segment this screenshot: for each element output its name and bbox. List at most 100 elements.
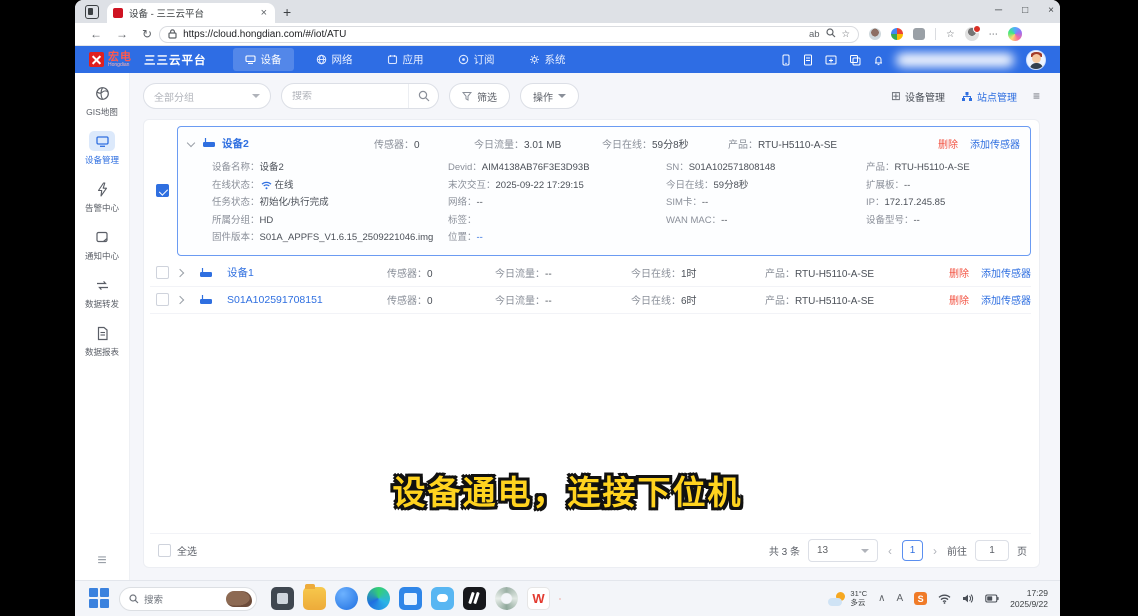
volume-icon[interactable] [962,593,974,604]
router-icon [202,137,216,149]
sidebar-item-data-report[interactable]: 数据报表 [75,323,129,358]
row-checkbox[interactable] [156,266,169,279]
new-tab-button[interactable]: + [283,4,291,20]
capcut-icon[interactable] [463,587,486,610]
read-aloud-icon[interactable]: ab [809,29,820,40]
goto-page-input[interactable] [975,540,1009,561]
row-checkbox[interactable] [156,184,169,197]
sidebar-item-gis-map[interactable]: GIS地图 [75,83,129,118]
wps-icon[interactable]: W [527,587,550,610]
shield-extension-icon[interactable] [913,28,925,40]
search-input[interactable] [282,91,408,102]
input-method-icon[interactable]: A [897,593,904,604]
browser-tab[interactable]: 设备 - 三三云平台 × [107,3,275,23]
device-mgmt-toggle[interactable]: ⊞ 设备管理 [891,89,945,104]
start-button[interactable] [89,588,111,610]
search-icon[interactable] [408,84,438,108]
weather-widget[interactable]: 31°C 多云 [828,590,867,607]
tray-s-app-icon[interactable]: S [914,592,927,605]
favorites-icon[interactable]: ☆ [946,29,955,40]
photos-app-icon[interactable] [399,587,422,610]
image-add-icon[interactable] [825,54,837,66]
user-avatar[interactable] [1026,50,1046,70]
expand-chevron-icon[interactable] [176,268,184,276]
lightning-icon [89,179,115,199]
bell-icon[interactable] [873,54,884,66]
search-box [281,83,439,109]
device-name-link[interactable]: S01A102591708151 [227,294,379,306]
wifi-tray-icon[interactable] [938,594,951,604]
device-name-link[interactable]: 设备1 [227,265,379,280]
copilot-icon[interactable] [1008,27,1022,41]
nav-item-devices[interactable]: 设备 [233,48,294,71]
browser-profile-avatar[interactable] [965,27,979,41]
minimize-button[interactable]: ─ [995,6,1002,16]
column-settings-icon[interactable]: ≡ [1033,89,1040,103]
filter-button[interactable]: 筛选 [449,83,510,109]
close-button[interactable]: × [1048,6,1054,16]
document-icon[interactable] [803,54,813,66]
group-select[interactable]: 全部分组 [143,83,271,109]
more-menu-icon[interactable]: ⋯ [989,29,999,40]
device-name-link[interactable]: 设备2 [222,136,374,151]
expand-chevron-icon[interactable] [176,295,184,303]
details-col-4: 产品：RTU-H5110-A-SE 扩展板：-- IP：172.17.245.8… [866,159,1020,247]
edge-browser-icon[interactable] [367,587,390,610]
tab-actions-icon[interactable] [85,5,99,19]
tray-expand-icon[interactable]: ∧ [878,593,885,604]
nav-item-subscribe[interactable]: 订阅 [446,48,507,71]
browser-address-bar: ← → ↻ https://cloud.hongdian.com/#/iot/A… [75,23,1060,46]
next-page-button[interactable]: › [931,544,939,558]
taskbar-search[interactable]: 搜索 [119,587,257,611]
phone-icon[interactable] [781,54,791,66]
forward-icon[interactable]: → [116,27,128,41]
maximize-button[interactable]: □ [1022,6,1028,16]
task-view-icon[interactable] [271,587,294,610]
prev-page-button[interactable]: ‹ [886,544,894,558]
blue-app-icon[interactable] [335,587,358,610]
row-checkbox[interactable] [156,293,169,306]
nav-item-apps[interactable]: 应用 [375,48,436,71]
swirl-app-icon[interactable] [495,587,518,610]
back-icon[interactable]: ← [90,27,102,41]
taskbar-clock[interactable]: 17:29 2025/9/22 [1010,588,1048,608]
current-page[interactable]: 1 [902,540,923,561]
battery-icon[interactable] [985,594,999,603]
copy-icon[interactable] [849,54,861,66]
chevron-down-icon [252,94,260,98]
sidebar-item-data-forward[interactable]: 数据转发 [75,275,129,310]
nav-item-system[interactable]: 系统 [517,48,578,71]
reload-icon[interactable]: ↻ [142,27,152,41]
site-mgmt-toggle[interactable]: 站点管理 [961,89,1017,104]
chevron-down-icon [861,549,869,553]
page-size-select[interactable]: 13 [808,539,878,562]
chat-app-icon[interactable] [431,587,454,610]
site-tree-icon [961,91,973,102]
tab-close-icon[interactable]: × [259,8,269,19]
add-sensor-button[interactable]: 添加传感器 [981,292,1031,307]
sidebar-item-notify-center[interactable]: 通知中心 [75,227,129,262]
url-field[interactable]: https://cloud.hongdian.com/#/iot/ATU ab … [159,26,859,43]
colorful-extension-icon[interactable] [891,28,903,40]
file-explorer-icon[interactable] [303,587,326,610]
gear-icon [529,54,540,65]
person-extension-icon[interactable] [869,28,881,40]
select-all-checkbox[interactable] [158,544,171,557]
sidebar-item-device-mgmt[interactable]: 设备管理 [75,131,129,166]
delete-button[interactable]: 删除 [949,292,969,307]
delete-button[interactable]: 删除 [938,136,958,151]
add-sensor-button[interactable]: 添加传感器 [981,265,1031,280]
search-zoom-icon[interactable] [826,28,836,41]
sidebar-item-alarm-center[interactable]: 告警中心 [75,179,129,214]
collapse-chevron-icon[interactable] [187,139,195,147]
network-icon [316,54,327,65]
select-all[interactable]: 全选 [158,543,197,558]
device-row: S01A102591708151 传感器：0 今日流量：-- 今日在线：6时 产… [150,287,1031,314]
sidebar-collapse-icon[interactable]: ≡ [97,552,106,570]
total-count: 共 3 条 [769,543,800,558]
bookmark-star-icon[interactable]: ☆ [842,29,851,40]
action-dropdown-button[interactable]: 操作 [520,83,579,109]
nav-item-network[interactable]: 网络 [304,48,365,71]
add-sensor-button[interactable]: 添加传感器 [970,136,1020,151]
delete-button[interactable]: 删除 [949,265,969,280]
